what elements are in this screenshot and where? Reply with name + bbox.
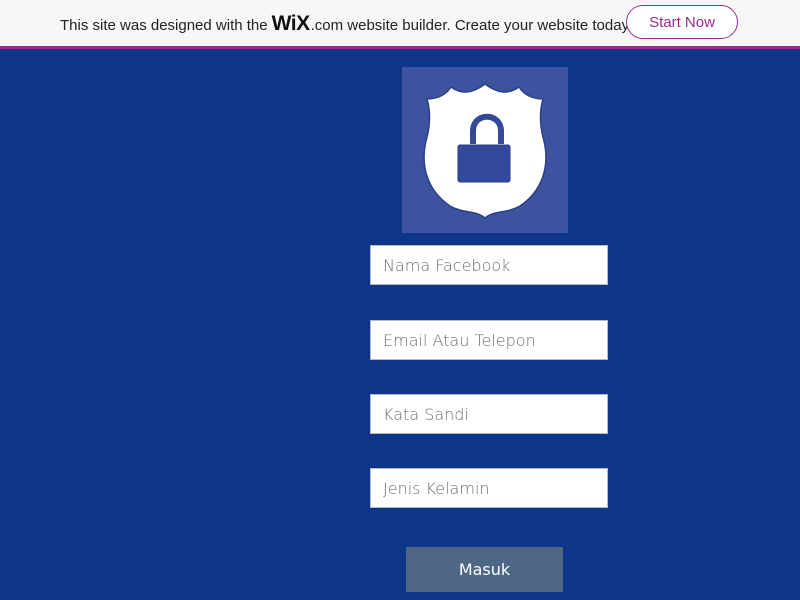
shield-logo	[402, 67, 568, 233]
gender-field[interactable]	[370, 468, 608, 508]
start-now-button[interactable]: Start Now	[626, 5, 738, 39]
banner-text: This site was designed with the WiX .com…	[60, 12, 632, 36]
email-phone-field[interactable]	[370, 320, 608, 360]
password-field[interactable]	[370, 394, 608, 434]
banner-text-before: This site was designed with the	[60, 17, 268, 34]
shield-lock-icon	[423, 83, 547, 220]
wix-logo: WiX	[271, 12, 310, 35]
banner-text-after: .com website builder. Create your websit…	[310, 17, 633, 34]
facebook-name-field[interactable]	[370, 245, 608, 285]
login-button[interactable]: Masuk	[406, 547, 563, 592]
wix-banner: This site was designed with the WiX .com…	[0, 0, 800, 49]
